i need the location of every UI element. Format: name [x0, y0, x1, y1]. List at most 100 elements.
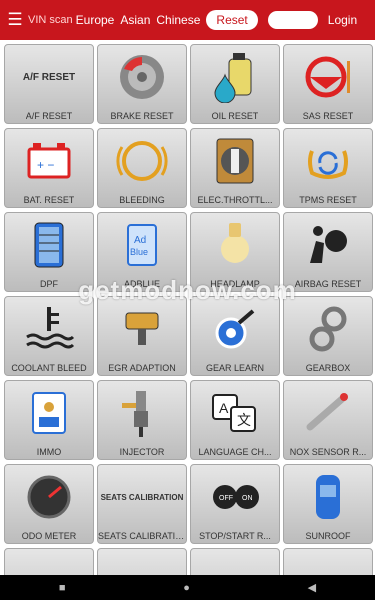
top-bar: ☰ VIN scan Europe Asian Chinese Reset Lo…: [0, 0, 375, 40]
tile-odo-meter[interactable]: ODO METER: [4, 464, 94, 544]
dpf-filter-icon: [5, 213, 93, 277]
immo-key-icon: [5, 381, 93, 445]
airbag-icon: [284, 213, 372, 277]
adblue-icon: Ad Blue: [98, 213, 186, 277]
tile-label: A/F RESET: [25, 111, 73, 121]
throttle-icon: [191, 129, 279, 193]
tile-partial-27[interactable]: [283, 548, 373, 575]
af-reset-text: A/F RESET: [22, 71, 76, 83]
svg-text:Ad: Ad: [134, 235, 146, 246]
partial-icon: [191, 549, 279, 575]
partial-icon: [98, 549, 186, 575]
tile-label: SEATS CALIBRATION: [98, 531, 186, 541]
vin-scan-link[interactable]: VIN scan: [28, 14, 73, 26]
tile-label: EGR ADAPTION: [108, 363, 176, 373]
battery-icon: + −: [5, 129, 93, 193]
tile-gearbox[interactable]: GEARBOX: [283, 296, 373, 376]
tile-label: IMMO: [36, 447, 62, 457]
tile-label: LANGUAGE CH...: [198, 447, 272, 457]
tile-bleeding[interactable]: BLEEDING: [97, 128, 187, 208]
tile-partial-25[interactable]: [97, 548, 187, 575]
tile-adblue[interactable]: Ad Blue ADBLUE: [97, 212, 187, 292]
tile-gear-learn[interactable]: GEAR LEARN: [190, 296, 280, 376]
tile-partial-24[interactable]: [4, 548, 94, 575]
coolant-icon: [5, 297, 93, 361]
svg-text:ON: ON: [242, 495, 253, 502]
tile-nox-sensor-r[interactable]: NOX SENSOR R...: [283, 380, 373, 460]
tile-sas-reset[interactable]: SAS RESET: [283, 44, 373, 124]
tile-bat-reset[interactable]: + − BAT. RESET: [4, 128, 94, 208]
tile-label: ADBLUE: [123, 279, 160, 289]
tile-label: SUNROOF: [305, 531, 351, 541]
tile-label: SAS RESET: [302, 111, 354, 121]
tab-europe[interactable]: Europe: [76, 13, 115, 27]
tile-label: BRAKE RESET: [110, 111, 174, 121]
tile-label: ODO METER: [21, 531, 77, 541]
egr-valve-icon: [98, 297, 186, 361]
tile-label: NOX SENSOR R...: [289, 447, 367, 457]
tile-partial-26[interactable]: [190, 548, 280, 575]
headlamp-icon: [191, 213, 279, 277]
tile-coolant-bleed[interactable]: COOLANT BLEED: [4, 296, 94, 376]
steering-wheel-icon: [284, 45, 372, 109]
system-nav-bar: ■ ● ◀: [0, 575, 375, 600]
sunroof-icon: [284, 465, 372, 529]
svg-text:OFF: OFF: [219, 495, 233, 502]
partial-icon: [284, 549, 372, 575]
tile-label: AIRBAG RESET: [294, 279, 362, 289]
brake-disc-icon: [98, 45, 186, 109]
svg-text:Blue: Blue: [130, 247, 148, 257]
tire-pressure-icon: [284, 129, 372, 193]
tile-label: STOP/START R...: [199, 531, 271, 541]
menu-icon[interactable]: ☰: [4, 9, 26, 31]
svg-text:文: 文: [237, 412, 251, 428]
tile-egr-adaption[interactable]: EGR ADAPTION: [97, 296, 187, 376]
tile-elec-throttl[interactable]: ELEC.THROTTL...: [190, 128, 280, 208]
gear-learn-icon: [191, 297, 279, 361]
tile-dpf[interactable]: DPF: [4, 212, 94, 292]
tile-immo[interactable]: IMMO: [4, 380, 94, 460]
svg-text:+ −: + −: [37, 158, 54, 172]
recent-button[interactable]: ■: [59, 582, 66, 594]
tab-reset[interactable]: Reset: [206, 10, 258, 30]
tile-label: HEADLAMP: [210, 279, 260, 289]
tile-seats-calibration[interactable]: SEATS CALIBRATION SEATS CALIBRATION: [97, 464, 187, 544]
back-button[interactable]: ◀: [308, 581, 316, 594]
tile-airbag-reset[interactable]: AIRBAG RESET: [283, 212, 373, 292]
svg-text:A: A: [219, 400, 229, 416]
search-input[interactable]: [267, 11, 318, 29]
tile-label: OIL RESET: [211, 111, 259, 121]
brake-warning-icon: [98, 129, 186, 193]
tile-label: BLEEDING: [119, 195, 165, 205]
tab-chinese[interactable]: Chinese: [156, 13, 200, 27]
stop-start-icon: OFF ON: [191, 465, 279, 529]
tile-brake-reset[interactable]: BRAKE RESET: [97, 44, 187, 124]
tile-label: GEAR LEARN: [205, 363, 265, 373]
language-icon: A文: [191, 381, 279, 445]
tile-sunroof[interactable]: SUNROOF: [283, 464, 373, 544]
tile-oil-reset[interactable]: OIL RESET: [190, 44, 280, 124]
function-grid: A/F RESET A/F RESET BRAKE RESET OIL RESET SA…: [0, 40, 375, 575]
tile-label: BAT. RESET: [23, 195, 75, 205]
tile-injector[interactable]: INJECTOR: [97, 380, 187, 460]
tile-language-ch[interactable]: A 文 LANGUAGE CH...: [190, 380, 280, 460]
tile-stop-start-r[interactable]: OFF ON STOP/START R...: [190, 464, 280, 544]
tile-label: ELEC.THROTTL...: [197, 195, 273, 205]
tile-label: DPF: [40, 279, 58, 289]
odometer-icon: [5, 465, 93, 529]
nox-sensor-icon: [284, 381, 372, 445]
tile-label: TPMS RESET: [299, 195, 357, 205]
tile-a-f-reset[interactable]: A/F RESET A/F RESET: [4, 44, 94, 124]
login-button[interactable]: Login: [328, 13, 357, 27]
gearbox-icon: [284, 297, 372, 361]
tile-headlamp[interactable]: HEADLAMP: [190, 212, 280, 292]
oil-bottle-icon: [191, 45, 279, 109]
tile-label: INJECTOR: [119, 447, 165, 457]
tab-asian[interactable]: Asian: [120, 13, 150, 27]
tile-label: GEARBOX: [305, 363, 351, 373]
home-button[interactable]: ●: [183, 582, 190, 594]
partial-icon: [5, 549, 93, 575]
tile-tpms-reset[interactable]: TPMS RESET: [283, 128, 373, 208]
tile-label: COOLANT BLEED: [11, 363, 87, 373]
seats-calibration-text: SEATS CALIBRATION: [100, 492, 184, 502]
